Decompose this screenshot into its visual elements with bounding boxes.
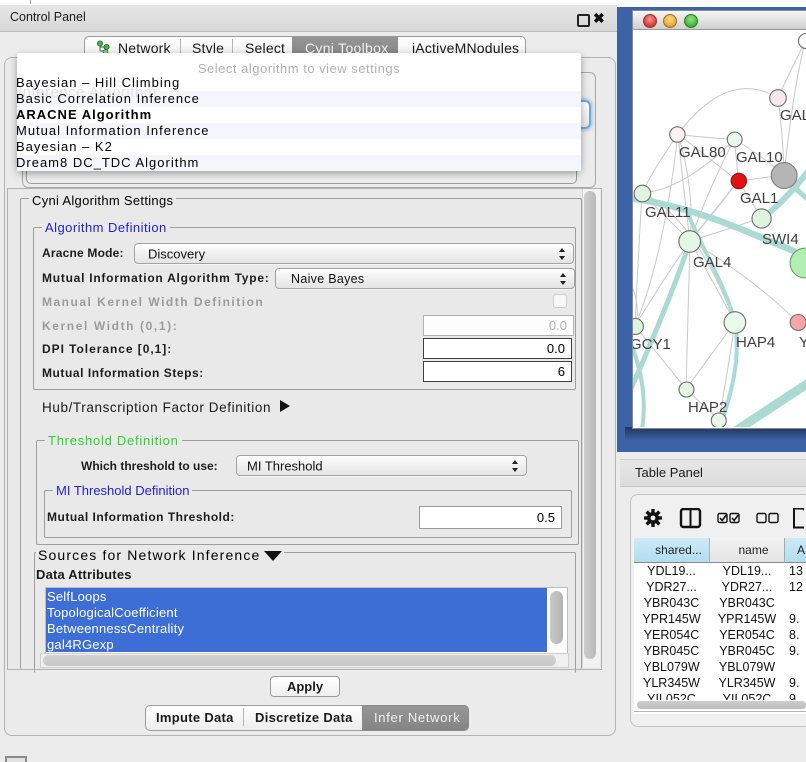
- svg-text:GAL4: GAL4: [693, 254, 731, 271]
- svg-text:GAL1: GAL1: [740, 190, 778, 207]
- svg-text:HAP4: HAP4: [736, 334, 775, 351]
- svg-text:GAL: GAL: [780, 107, 806, 124]
- svg-text:Y: Y: [799, 334, 806, 351]
- svg-text:SWI4: SWI4: [762, 231, 799, 248]
- svg-text:GAL80: GAL80: [679, 144, 726, 161]
- svg-text:GAL10: GAL10: [736, 149, 783, 166]
- svg-text:HAP2: HAP2: [688, 399, 727, 416]
- svg-text:GAL11: GAL11: [645, 204, 691, 221]
- svg-text:GCY1: GCY1: [633, 336, 671, 353]
